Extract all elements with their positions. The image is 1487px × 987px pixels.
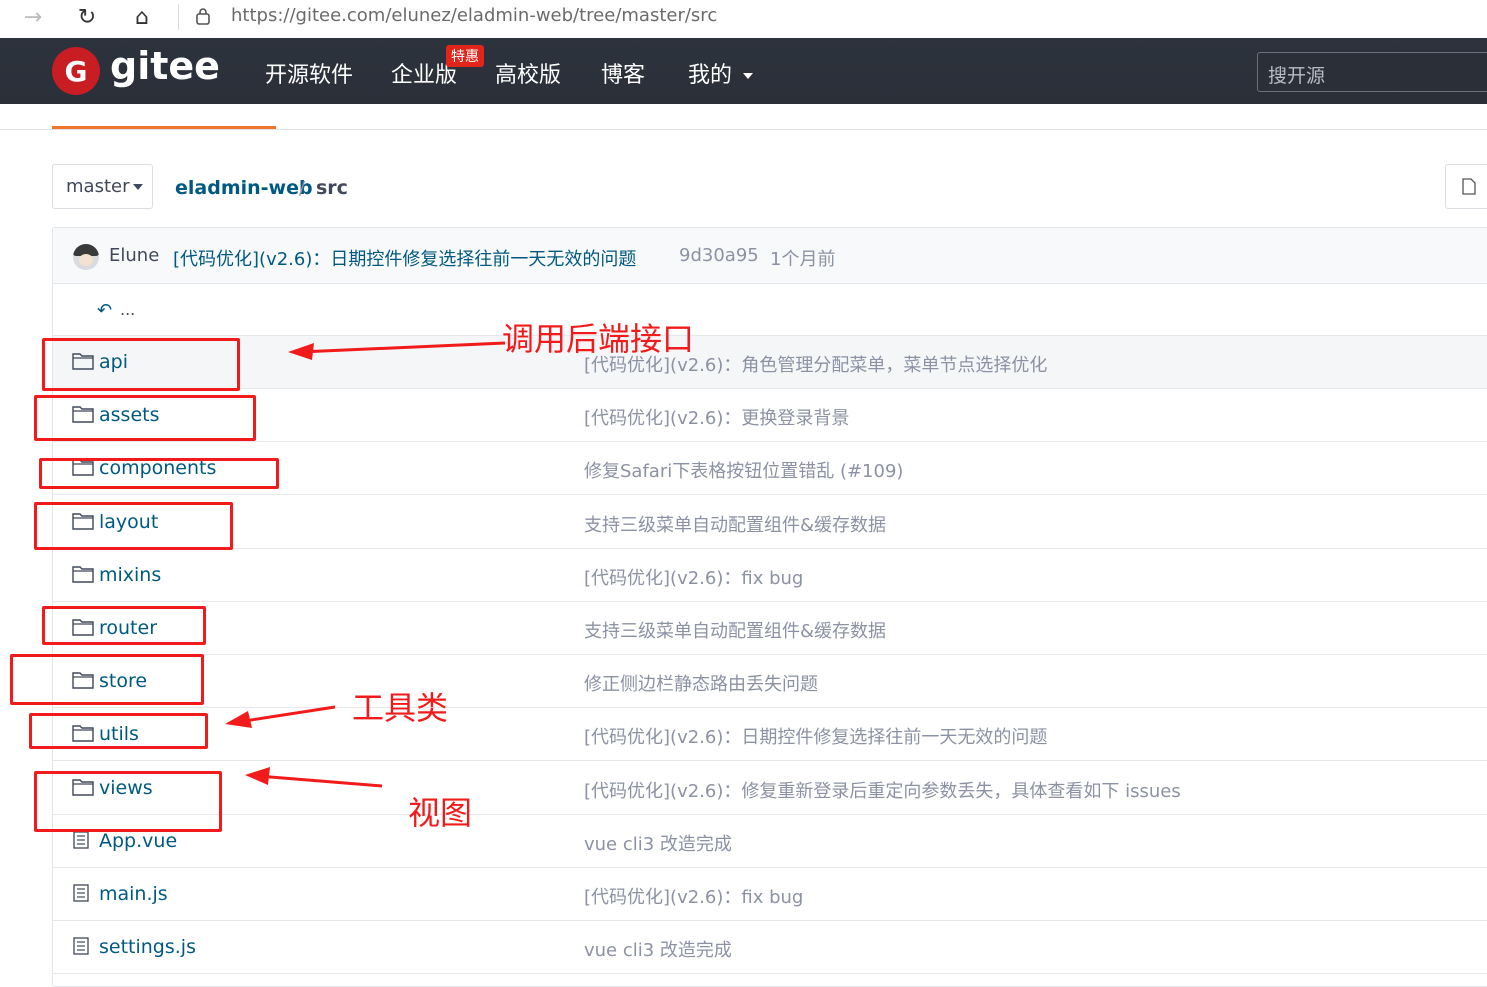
reply-arrow-icon: ↶	[97, 300, 113, 321]
annotation-box-utils	[29, 713, 208, 749]
browser-toolbar: → ↻ ⌂ https://gitee.com/elunez/eladmin-w…	[0, 0, 1487, 38]
file-name-link[interactable]: main.js	[99, 883, 168, 905]
forward-arrow-icon[interactable]: →	[18, 4, 48, 30]
file-commit-message[interactable]: vue cli3 改造完成	[584, 936, 732, 962]
file-row[interactable]: api [代码优化](v2.6)：角色管理分配菜单，菜单节点选择优化	[53, 336, 1487, 389]
file-row[interactable]: assets [代码优化](v2.6)：更换登录背景	[53, 389, 1487, 442]
file-commit-message[interactable]: 修正侧边栏静态路由丢失问题	[584, 670, 818, 696]
file-commit-message[interactable]: [代码优化](v2.6)：fix bug	[584, 883, 803, 909]
file-name-link[interactable]: App.vue	[99, 830, 177, 852]
annotation-label-views: 视图	[408, 794, 473, 832]
nav-education[interactable]: 高校版	[495, 57, 561, 89]
file-row[interactable]: mixins [代码优化](v2.6)：fix bug	[53, 549, 1487, 602]
annotation-label-api: 调用后端接口	[502, 320, 695, 358]
file-row[interactable]: router 支持三级菜单自动配置组件&缓存数据	[53, 602, 1487, 655]
annotation-box-store	[10, 654, 204, 705]
parent-directory-row[interactable]: ↶ ...	[53, 284, 1487, 336]
file-row[interactable]: utils [代码优化](v2.6)：日期控件修复选择往前一天无效的问题	[53, 708, 1487, 761]
lock-icon[interactable]	[195, 7, 211, 29]
address-bar[interactable]: https://gitee.com/elunez/eladmin-web/tre…	[231, 5, 717, 26]
commit-sha[interactable]: 9d30a95	[679, 245, 759, 266]
file-name-link[interactable]: mixins	[99, 564, 161, 586]
breadcrumb-current: src	[316, 177, 348, 199]
folder-icon	[72, 565, 94, 583]
branch-selector[interactable]: master	[52, 164, 153, 209]
commit-author[interactable]: Elune	[109, 245, 159, 266]
file-row[interactable]: store 修正侧边栏静态路由丢失问题	[53, 655, 1487, 708]
file-row[interactable]: layout 支持三级菜单自动配置组件&缓存数据	[53, 496, 1487, 549]
commit-message[interactable]: [代码优化](v2.6)：日期控件修复选择往前一天无效的问题	[173, 245, 636, 271]
breadcrumb-separator: /	[299, 178, 306, 199]
file-commit-message[interactable]: vue cli3 改造完成	[584, 830, 732, 856]
annotation-label-utils: 工具类	[352, 689, 449, 727]
site-header: G gitee 开源软件 企业版 特惠 高校版 博客 我的 搜开源	[0, 38, 1487, 104]
file-row[interactable]: views [代码优化](v2.6)：修复重新登录后重定向参数丢失，具体查看如下 …	[53, 762, 1487, 815]
nav-open-source[interactable]: 开源软件	[265, 57, 353, 89]
parent-directory-label: ...	[120, 300, 136, 319]
file-commit-message[interactable]: [代码优化](v2.6)：日期控件修复选择往前一天无效的问题	[584, 723, 1047, 749]
gitee-logo-icon[interactable]: G	[52, 47, 100, 95]
file-action-button[interactable]	[1445, 164, 1487, 209]
file-row[interactable]: App.vue vue cli3 改造完成	[53, 815, 1487, 868]
avatar[interactable]	[73, 244, 99, 270]
file-tree: Elune [代码优化](v2.6)：日期控件修复选择往前一天无效的问题 9d3…	[52, 227, 1487, 987]
latest-commit-bar: Elune [代码优化](v2.6)：日期控件修复选择往前一天无效的问题 9d3…	[53, 228, 1487, 284]
file-commit-message[interactable]: 支持三级菜单自动配置组件&缓存数据	[584, 511, 886, 537]
annotation-box-assets	[34, 395, 256, 441]
annotation-box-layout	[34, 502, 233, 550]
file-icon	[72, 937, 92, 955]
home-icon[interactable]: ⌂	[127, 4, 157, 30]
annotation-box-components	[39, 458, 279, 489]
search-input[interactable]: 搜开源	[1257, 52, 1487, 92]
annotation-box-router	[42, 606, 206, 645]
file-icon	[72, 884, 92, 902]
file-commit-message[interactable]: [代码优化](v2.6)：修复重新登录后重定向参数丢失，具体查看如下 issue…	[584, 777, 1181, 803]
reload-icon[interactable]: ↻	[72, 4, 102, 30]
file-commit-message[interactable]: 修复Safari下表格按钮位置错乱 (#109)	[584, 457, 903, 483]
breadcrumb-repo[interactable]: eladmin-web	[175, 177, 313, 199]
file-name-link[interactable]: settings.js	[99, 936, 196, 958]
toolbar-divider	[178, 4, 179, 30]
file-icon	[1462, 178, 1476, 195]
chevron-down-icon	[743, 73, 754, 79]
annotation-box-views	[34, 771, 222, 832]
file-commit-message[interactable]: [代码优化](v2.6)：更换登录背景	[584, 404, 849, 430]
file-commit-message[interactable]: 支持三级菜单自动配置组件&缓存数据	[584, 617, 886, 643]
file-row[interactable]: main.js [代码优化](v2.6)：fix bug	[53, 868, 1487, 921]
nav-mine[interactable]: 我的	[688, 57, 754, 89]
commit-time: 1个月前	[770, 249, 836, 270]
branch-label: master	[66, 176, 130, 197]
promo-badge: 特惠	[446, 45, 484, 67]
file-row[interactable]: settings.js vue cli3 改造完成	[53, 921, 1487, 974]
active-tab-indicator	[52, 126, 276, 129]
nav-blog[interactable]: 博客	[601, 57, 645, 89]
annotation-box-api	[42, 338, 240, 391]
file-commit-message[interactable]: [代码优化](v2.6)：fix bug	[584, 564, 803, 590]
file-icon	[72, 831, 92, 849]
nav-mine-label: 我的	[688, 63, 733, 88]
gitee-logo-text[interactable]: gitee	[110, 44, 220, 88]
chevron-down-icon	[133, 184, 143, 190]
